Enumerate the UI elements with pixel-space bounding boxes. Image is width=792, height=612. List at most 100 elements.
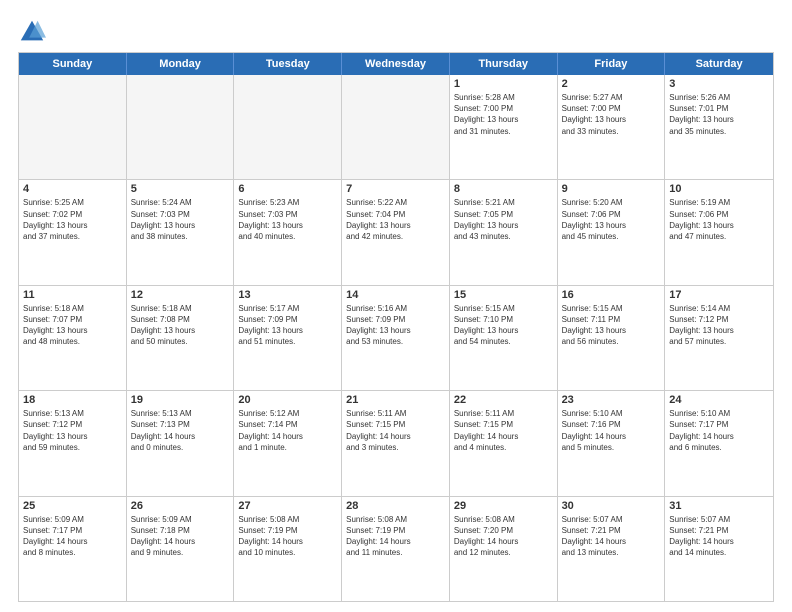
day-number: 15 (454, 289, 553, 301)
calendar-cell: 30 Sunrise: 5:07 AM Sunset: 7:21 PM Dayli… (558, 497, 666, 601)
cell-info: Sunrise: 5:10 AM Sunset: 7:16 PM Dayligh… (562, 408, 661, 453)
cell-info: Sunrise: 5:13 AM Sunset: 7:12 PM Dayligh… (23, 408, 122, 453)
cell-info: Sunrise: 5:24 AM Sunset: 7:03 PM Dayligh… (131, 197, 230, 242)
cell-info: Sunrise: 5:07 AM Sunset: 7:21 PM Dayligh… (562, 514, 661, 559)
calendar-cell: 11Sunrise: 5:18 AM Sunset: 7:07 PM Dayli… (19, 286, 127, 390)
day-number: 24 (669, 394, 769, 406)
calendar-cell: 9 Sunrise: 5:20 AM Sunset: 7:06 PM Daylig… (558, 180, 666, 284)
calendar-cell (127, 75, 235, 179)
calendar-cell: 22 Sunrise: 5:11 AM Sunset: 7:15 PM Dayli… (450, 391, 558, 495)
header (18, 18, 774, 46)
cell-info: Sunrise: 5:11 AM Sunset: 7:15 PM Dayligh… (346, 408, 445, 453)
day-number: 8 (454, 183, 553, 195)
weekday-header: Thursday (450, 53, 558, 75)
day-number: 16 (562, 289, 661, 301)
calendar-row: 4Sunrise: 5:25 AM Sunset: 7:02 PM Daylig… (19, 179, 773, 284)
weekday-header: Wednesday (342, 53, 450, 75)
day-number: 27 (238, 500, 337, 512)
calendar-cell (342, 75, 450, 179)
day-number: 26 (131, 500, 230, 512)
cell-info: Sunrise: 5:11 AM Sunset: 7:15 PM Dayligh… (454, 408, 553, 453)
day-number: 28 (346, 500, 445, 512)
day-number: 6 (238, 183, 337, 195)
day-number: 1 (454, 78, 553, 90)
weekday-header: Friday (558, 53, 666, 75)
calendar-body: 1 Sunrise: 5:28 AM Sunset: 7:00 PM Daylig… (19, 75, 773, 601)
day-number: 31 (669, 500, 769, 512)
day-number: 30 (562, 500, 661, 512)
calendar-cell: 25Sunrise: 5:09 AM Sunset: 7:17 PM Dayli… (19, 497, 127, 601)
day-number: 18 (23, 394, 122, 406)
cell-info: Sunrise: 5:15 AM Sunset: 7:11 PM Dayligh… (562, 303, 661, 348)
cell-info: Sunrise: 5:15 AM Sunset: 7:10 PM Dayligh… (454, 303, 553, 348)
calendar-cell: 5 Sunrise: 5:24 AM Sunset: 7:03 PM Daylig… (127, 180, 235, 284)
calendar-cell: 31Sunrise: 5:07 AM Sunset: 7:21 PM Dayli… (665, 497, 773, 601)
calendar-cell: 20 Sunrise: 5:12 AM Sunset: 7:14 PM Dayli… (234, 391, 342, 495)
logo-icon (18, 18, 46, 46)
calendar-cell: 8 Sunrise: 5:21 AM Sunset: 7:05 PM Daylig… (450, 180, 558, 284)
day-number: 2 (562, 78, 661, 90)
calendar-cell (234, 75, 342, 179)
calendar: SundayMondayTuesdayWednesdayThursdayFrid… (18, 52, 774, 602)
day-number: 3 (669, 78, 769, 90)
calendar-cell: 27 Sunrise: 5:08 AM Sunset: 7:19 PM Dayli… (234, 497, 342, 601)
calendar-cell: 15 Sunrise: 5:15 AM Sunset: 7:10 PM Dayli… (450, 286, 558, 390)
weekday-header: Tuesday (234, 53, 342, 75)
calendar-cell: 6 Sunrise: 5:23 AM Sunset: 7:03 PM Daylig… (234, 180, 342, 284)
cell-info: Sunrise: 5:08 AM Sunset: 7:20 PM Dayligh… (454, 514, 553, 559)
cell-info: Sunrise: 5:19 AM Sunset: 7:06 PM Dayligh… (669, 197, 769, 242)
calendar-cell: 2 Sunrise: 5:27 AM Sunset: 7:00 PM Daylig… (558, 75, 666, 179)
calendar-cell: 13Sunrise: 5:17 AM Sunset: 7:09 PM Dayli… (234, 286, 342, 390)
day-number: 10 (669, 183, 769, 195)
calendar-row: 11Sunrise: 5:18 AM Sunset: 7:07 PM Dayli… (19, 285, 773, 390)
day-number: 29 (454, 500, 553, 512)
day-number: 20 (238, 394, 337, 406)
page: SundayMondayTuesdayWednesdayThursdayFrid… (0, 0, 792, 612)
cell-info: Sunrise: 5:18 AM Sunset: 7:08 PM Dayligh… (131, 303, 230, 348)
cell-info: Sunrise: 5:21 AM Sunset: 7:05 PM Dayligh… (454, 197, 553, 242)
calendar-cell: 21 Sunrise: 5:11 AM Sunset: 7:15 PM Dayli… (342, 391, 450, 495)
cell-info: Sunrise: 5:26 AM Sunset: 7:01 PM Dayligh… (669, 92, 769, 137)
day-number: 9 (562, 183, 661, 195)
cell-info: Sunrise: 5:12 AM Sunset: 7:14 PM Dayligh… (238, 408, 337, 453)
calendar-cell: 3 Sunrise: 5:26 AM Sunset: 7:01 PM Daylig… (665, 75, 773, 179)
calendar-cell: 16 Sunrise: 5:15 AM Sunset: 7:11 PM Dayli… (558, 286, 666, 390)
calendar-header: SundayMondayTuesdayWednesdayThursdayFrid… (19, 53, 773, 75)
day-number: 19 (131, 394, 230, 406)
cell-info: Sunrise: 5:28 AM Sunset: 7:00 PM Dayligh… (454, 92, 553, 137)
calendar-cell: 23Sunrise: 5:10 AM Sunset: 7:16 PM Dayli… (558, 391, 666, 495)
day-number: 12 (131, 289, 230, 301)
day-number: 25 (23, 500, 122, 512)
weekday-header: Sunday (19, 53, 127, 75)
cell-info: Sunrise: 5:09 AM Sunset: 7:18 PM Dayligh… (131, 514, 230, 559)
calendar-cell: 28 Sunrise: 5:08 AM Sunset: 7:19 PM Dayli… (342, 497, 450, 601)
weekday-header: Saturday (665, 53, 773, 75)
calendar-row: 1 Sunrise: 5:28 AM Sunset: 7:00 PM Daylig… (19, 75, 773, 179)
calendar-cell: 18 Sunrise: 5:13 AM Sunset: 7:12 PM Dayli… (19, 391, 127, 495)
calendar-cell: 26 Sunrise: 5:09 AM Sunset: 7:18 PM Dayli… (127, 497, 235, 601)
cell-info: Sunrise: 5:23 AM Sunset: 7:03 PM Dayligh… (238, 197, 337, 242)
cell-info: Sunrise: 5:08 AM Sunset: 7:19 PM Dayligh… (346, 514, 445, 559)
cell-info: Sunrise: 5:27 AM Sunset: 7:00 PM Dayligh… (562, 92, 661, 137)
day-number: 22 (454, 394, 553, 406)
calendar-cell: 4Sunrise: 5:25 AM Sunset: 7:02 PM Daylig… (19, 180, 127, 284)
calendar-row: 18 Sunrise: 5:13 AM Sunset: 7:12 PM Dayli… (19, 390, 773, 495)
calendar-cell: 7Sunrise: 5:22 AM Sunset: 7:04 PM Daylig… (342, 180, 450, 284)
cell-info: Sunrise: 5:17 AM Sunset: 7:09 PM Dayligh… (238, 303, 337, 348)
logo (18, 18, 52, 46)
weekday-header: Monday (127, 53, 235, 75)
calendar-cell: 1 Sunrise: 5:28 AM Sunset: 7:00 PM Daylig… (450, 75, 558, 179)
cell-info: Sunrise: 5:20 AM Sunset: 7:06 PM Dayligh… (562, 197, 661, 242)
day-number: 17 (669, 289, 769, 301)
calendar-cell: 17Sunrise: 5:14 AM Sunset: 7:12 PM Dayli… (665, 286, 773, 390)
day-number: 5 (131, 183, 230, 195)
cell-info: Sunrise: 5:08 AM Sunset: 7:19 PM Dayligh… (238, 514, 337, 559)
cell-info: Sunrise: 5:10 AM Sunset: 7:17 PM Dayligh… (669, 408, 769, 453)
calendar-row: 25Sunrise: 5:09 AM Sunset: 7:17 PM Dayli… (19, 496, 773, 601)
calendar-cell (19, 75, 127, 179)
cell-info: Sunrise: 5:22 AM Sunset: 7:04 PM Dayligh… (346, 197, 445, 242)
calendar-cell: 14Sunrise: 5:16 AM Sunset: 7:09 PM Dayli… (342, 286, 450, 390)
calendar-cell: 19Sunrise: 5:13 AM Sunset: 7:13 PM Dayli… (127, 391, 235, 495)
day-number: 21 (346, 394, 445, 406)
day-number: 4 (23, 183, 122, 195)
